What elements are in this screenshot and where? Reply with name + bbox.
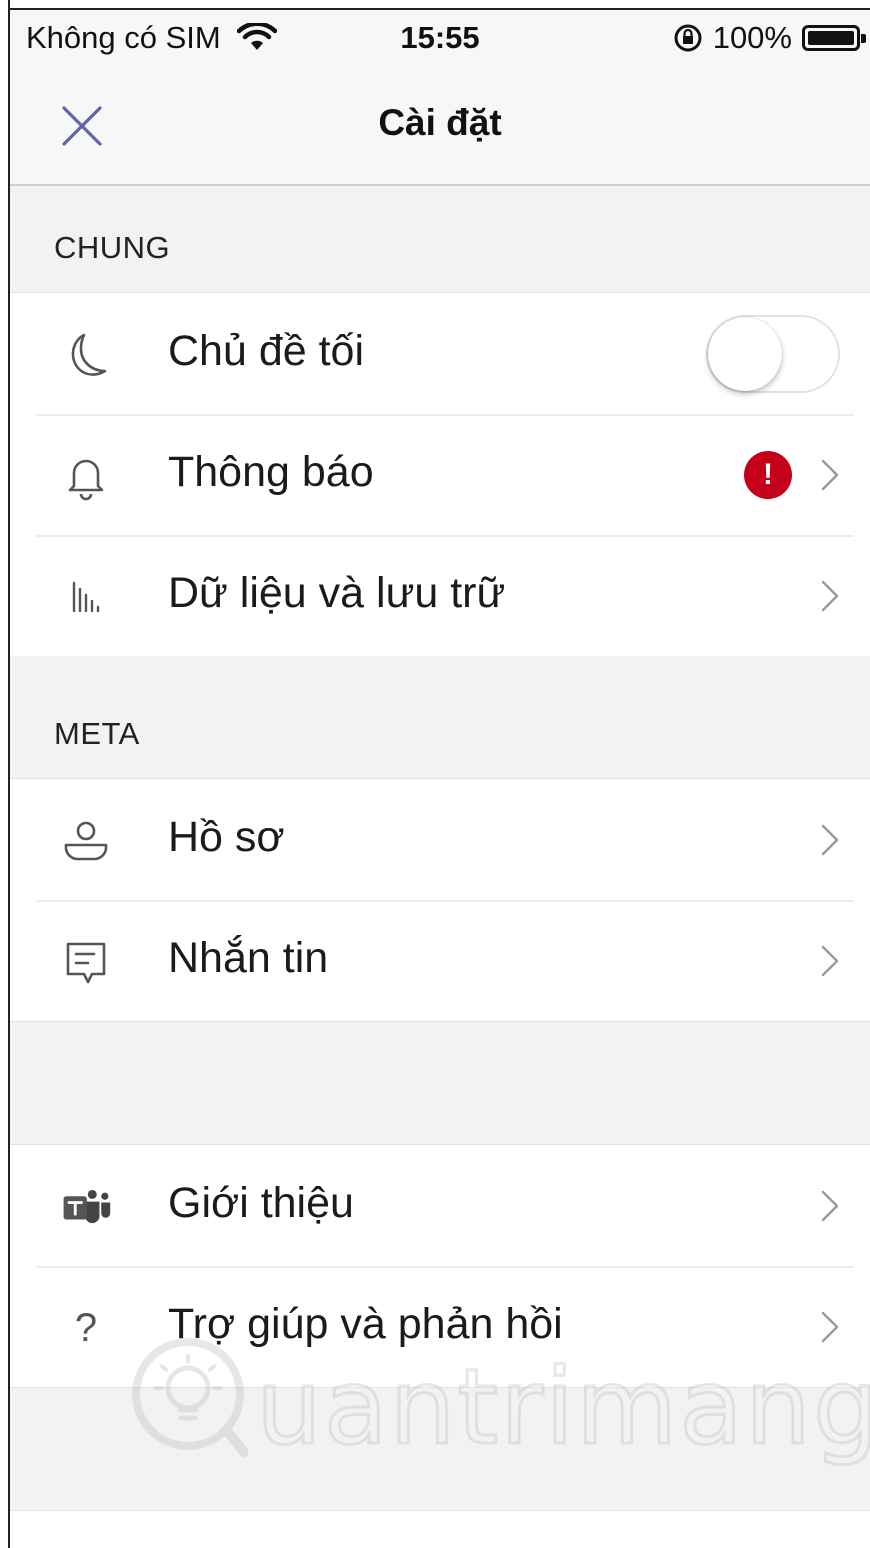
moon-icon <box>60 329 112 381</box>
section-title-meta: META <box>54 716 140 751</box>
dark-theme-toggle[interactable] <box>706 315 840 393</box>
profile-icon <box>60 815 112 867</box>
row-help-feedback[interactable]: ? Trợ giúp và phản hồi <box>10 1266 870 1387</box>
chevron-right-icon <box>821 824 839 856</box>
data-bars-icon <box>60 571 112 623</box>
row-label: Giới thiệu <box>168 1179 354 1227</box>
battery-fill <box>808 31 854 45</box>
message-icon <box>60 936 112 988</box>
section-header-general: CHUNG <box>10 186 870 292</box>
alert-badge: ! <box>744 451 792 499</box>
row-messaging[interactable]: Nhắn tin <box>10 900 870 1021</box>
row-dark-theme: Chủ đề tối <box>10 293 870 414</box>
row-label: Dữ liệu và lưu trữ <box>168 569 506 617</box>
settings-screen: Không có SIM 15:55 100% Cài đặt CHUNG Ch… <box>0 0 870 1548</box>
frame-top-edge <box>0 0 870 10</box>
general-group: Chủ đề tối Thông báo ! Dữ liệu và lưu tr… <box>10 292 870 657</box>
section-title-general: CHUNG <box>54 230 171 265</box>
bell-icon <box>60 450 112 502</box>
chevron-right-icon <box>821 580 839 612</box>
page-title: Cài đặt <box>378 102 502 143</box>
nav-bar: Cài đặt <box>10 68 870 186</box>
row-about[interactable]: Giới thiệu <box>10 1145 870 1266</box>
orientation-lock-icon <box>674 24 702 52</box>
frame-left-edge <box>0 0 10 1548</box>
chevron-right-icon <box>821 1311 839 1343</box>
row-label: Trợ giúp và phản hồi <box>168 1300 563 1348</box>
help-glyph: ? <box>74 1305 98 1350</box>
battery-nub <box>861 34 866 43</box>
chevron-right-icon <box>821 945 839 977</box>
status-right: 100% <box>673 20 866 56</box>
battery-percent: 100% <box>712 20 792 55</box>
toggle-knob <box>708 317 782 391</box>
row-label: Nhắn tin <box>168 934 329 982</box>
next-group-partial <box>10 1510 870 1548</box>
row-profile[interactable]: Hồ sơ <box>10 779 870 900</box>
help-icon: ? <box>60 1302 112 1354</box>
about-group: Giới thiệu ? Trợ giúp và phản hồi <box>10 1144 870 1388</box>
chevron-right-icon <box>821 459 839 491</box>
meta-group: Hồ sơ Nhắn tin <box>10 778 870 1022</box>
section-header-meta: META <box>10 656 870 778</box>
chevron-right-icon <box>821 1190 839 1222</box>
row-label: Hồ sơ <box>168 813 285 861</box>
row-label: Chủ đề tối <box>168 327 365 375</box>
teams-logo-icon <box>60 1181 112 1233</box>
battery-icon <box>802 25 866 51</box>
row-label: Thông báo <box>168 448 374 496</box>
row-data-storage[interactable]: Dữ liệu và lưu trữ <box>10 535 870 656</box>
status-bar: Không có SIM 15:55 100% <box>10 10 870 68</box>
row-notifications[interactable]: Thông báo ! <box>10 414 870 535</box>
